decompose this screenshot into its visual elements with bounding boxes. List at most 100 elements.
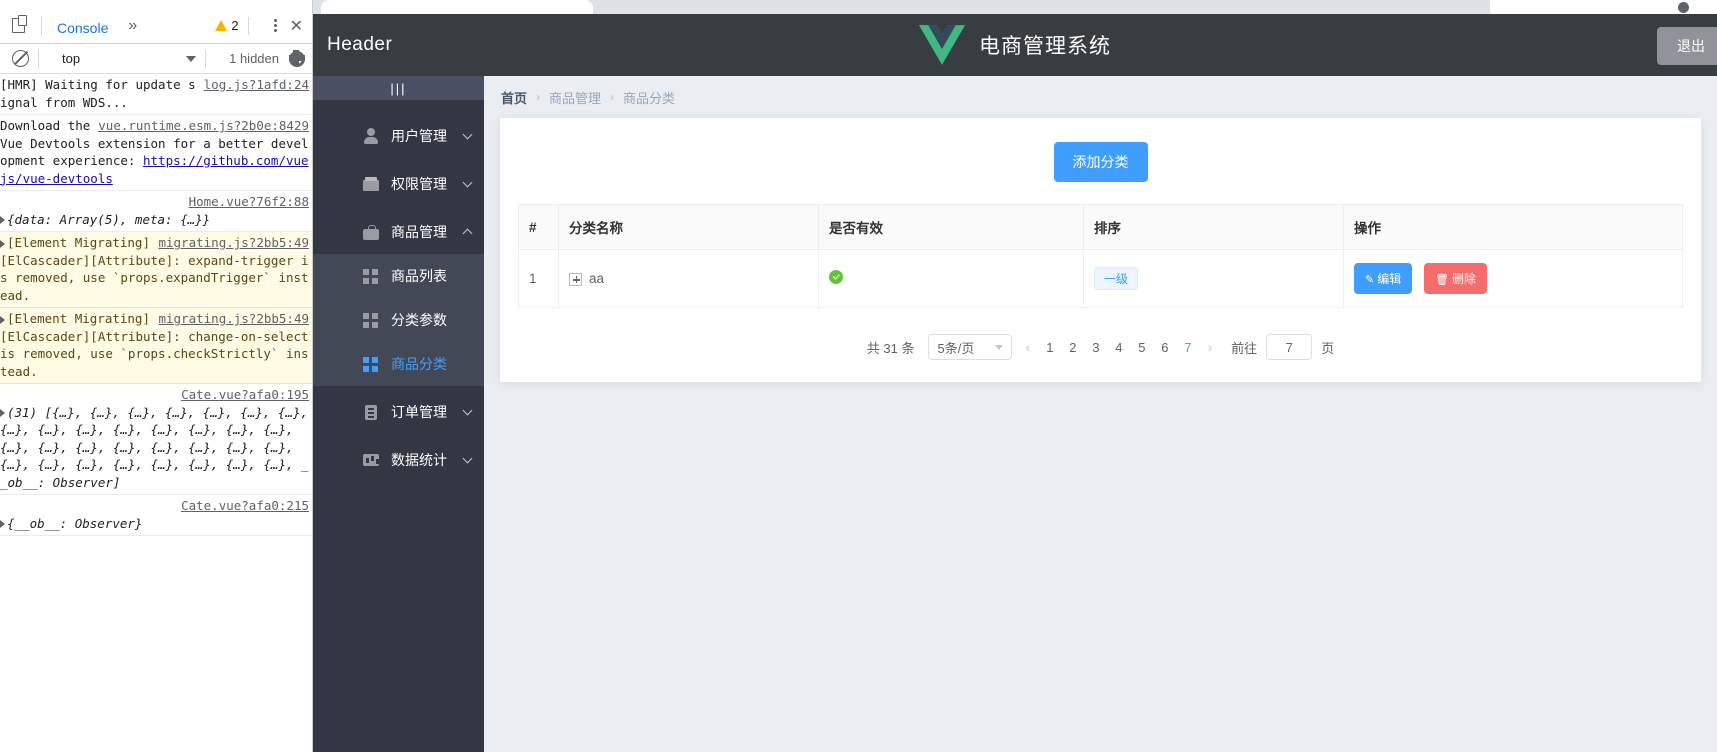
devtools-panel: Console » 2 ✕ top 1 hidden log.js?1afd:2…	[0, 0, 313, 752]
log-source-row: Cate.vue?afa0:215	[0, 497, 309, 515]
more-options-icon[interactable]	[268, 19, 284, 32]
chevron-right-icon: ›	[610, 90, 615, 104]
box-icon	[363, 176, 379, 192]
trash-icon: 🗑	[1435, 274, 1449, 286]
expand-triangle-icon[interactable]	[0, 239, 5, 248]
chevron-down-icon	[462, 453, 473, 464]
warning-count-badge[interactable]: 2	[215, 18, 239, 33]
pagination-page-6[interactable]: 6	[1158, 340, 1172, 355]
table-row[interactable]: 1 aa 一级 ✎ 编辑 🗑 删除	[518, 249, 1683, 308]
console-log-entry[interactable]: Home.vue?76f2:88 {data: Array(5), meta: …	[0, 191, 312, 232]
sidebar-item-label: 分类参数	[391, 312, 447, 328]
expand-plus-icon[interactable]	[569, 272, 582, 286]
more-tabs-icon[interactable]: »	[128, 17, 137, 35]
app-body: ||| 用户管理 权限管理 商品管理 商品列表 分类参数 商品分类 订单管理 数…	[313, 76, 1717, 752]
sidebar-item-product-list[interactable]: 商品列表	[313, 254, 484, 298]
clipboard-icon	[363, 404, 379, 420]
breadcrumb-item-home[interactable]: 首页	[501, 88, 527, 107]
category-table: # 分类名称 是否有效 排序 操作 1 aa 一级 ✎ 编辑 🗑 删除	[518, 204, 1683, 308]
profile-avatar-icon[interactable]	[1678, 2, 1689, 13]
bag-icon	[363, 224, 379, 240]
column-header-name: 分类名称	[558, 204, 819, 250]
pagination-prev-button[interactable]: ‹	[1021, 340, 1033, 355]
console-log-entry[interactable]: vue.runtime.esm.js?2b0e:8429 Download th…	[0, 115, 312, 191]
console-log-entry[interactable]: Cate.vue?afa0:215 {__ob__: Observer}	[0, 495, 312, 536]
log-source-link[interactable]: Home.vue?76f2:88	[189, 194, 309, 209]
pagination-total-label: 共 31 条	[866, 340, 915, 356]
edit-button[interactable]: ✎ 编辑	[1354, 263, 1413, 294]
dock-panel-icon[interactable]	[10, 14, 32, 37]
logout-button[interactable]: 退出	[1657, 27, 1717, 65]
cell-index: 1	[518, 249, 559, 308]
clear-console-icon[interactable]	[12, 50, 29, 67]
sidebar-item-label: 订单管理	[391, 404, 447, 420]
sidebar-item-category-params[interactable]: 分类参数	[313, 298, 484, 342]
table-header-row: # 分类名称 是否有效 排序 操作	[518, 204, 1683, 250]
admin-app: Header 电商管理系统 退出 ||| 用户管理 权限管理 商品管理 商品列表…	[313, 14, 1717, 752]
sidebar-item-order-management[interactable]: 订单管理	[313, 390, 484, 434]
context-selector[interactable]: top	[62, 51, 80, 66]
pagination-page-4[interactable]: 4	[1112, 340, 1126, 355]
main-content: 首页 › 商品管理 › 商品分类 添加分类 # 分类名称 是否有效 排序 操作 …	[484, 76, 1717, 752]
app-header: Header 电商管理系统 退出	[313, 14, 1717, 76]
sidebar-item-permission-management[interactable]: 权限管理	[313, 162, 484, 206]
sidebar-item-product-category[interactable]: 商品分类	[313, 342, 484, 386]
chart-icon	[363, 452, 379, 468]
close-icon[interactable]: ✕	[290, 16, 303, 36]
browser-tab[interactable]	[321, 0, 593, 14]
chevron-down-icon	[462, 129, 473, 140]
console-warning-entry[interactable]: migrating.js?2bb5:49 [Element Migrating]…	[0, 308, 312, 384]
page-title: 电商管理系统	[979, 35, 1111, 58]
pagination-page-3[interactable]: 3	[1089, 340, 1103, 355]
sidebar-item-user-management[interactable]: 用户管理	[313, 114, 484, 158]
pagination-page-1[interactable]: 1	[1043, 340, 1057, 355]
log-source-link[interactable]: migrating.js?2bb5:49	[158, 234, 309, 252]
expand-triangle-icon[interactable]	[0, 520, 5, 528]
log-source-link[interactable]: Cate.vue?afa0:215	[181, 498, 309, 513]
log-source-link[interactable]: vue.runtime.esm.js?2b0e:8429	[98, 117, 309, 135]
cell-sort: 一级	[1083, 249, 1344, 308]
breadcrumb-item-product-category[interactable]: 商品分类	[623, 88, 675, 107]
pagination-next-button[interactable]: ›	[1204, 340, 1216, 355]
expand-triangle-icon[interactable]	[0, 315, 5, 324]
log-source-link[interactable]: migrating.js?2bb5:49	[158, 310, 309, 328]
gear-icon[interactable]	[288, 50, 305, 67]
sidebar-item-data-statistics[interactable]: 数据统计	[313, 438, 484, 482]
cell-name: aa	[558, 249, 819, 308]
log-source-link[interactable]: log.js?1afd:24	[204, 76, 309, 94]
log-message: {__ob__: Observer}	[7, 515, 143, 531]
add-category-row: 添加分类	[518, 142, 1683, 182]
chevron-down-icon[interactable]	[186, 55, 197, 62]
divider	[205, 49, 207, 68]
warning-count-label: 2	[231, 18, 239, 33]
tab-console[interactable]: Console	[51, 12, 115, 47]
divider	[41, 16, 42, 35]
pagination-page-2[interactable]: 2	[1066, 340, 1080, 355]
grid-icon	[363, 268, 379, 284]
delete-button-label: 删除	[1451, 272, 1476, 286]
console-log-entry[interactable]: log.js?1afd:24 [HMR] Waiting for update …	[0, 74, 312, 115]
sidebar-collapse-toggle[interactable]: |||	[313, 76, 484, 100]
log-source-link[interactable]: Cate.vue?afa0:195	[181, 387, 309, 402]
expand-triangle-icon[interactable]	[0, 409, 5, 417]
breadcrumb-item-product-management[interactable]: 商品管理	[549, 88, 601, 107]
cell-actions: ✎ 编辑 🗑 删除	[1343, 249, 1683, 308]
console-warning-entry[interactable]: migrating.js?2bb5:49 [Element Migrating]…	[0, 232, 312, 308]
sidebar-item-product-management[interactable]: 商品管理	[313, 210, 484, 254]
devtools-filter-bar: top 1 hidden	[0, 44, 312, 74]
pagination-page-7[interactable]: 7	[1181, 340, 1195, 355]
pagination-page-5[interactable]: 5	[1135, 340, 1149, 355]
log-message: (31) [{…}, {…}, {…}, {…}, {…}, {…}, {…},…	[0, 404, 309, 490]
delete-button[interactable]: 🗑 删除	[1424, 263, 1487, 294]
add-category-button[interactable]: 添加分类	[1053, 142, 1148, 182]
console-log-entry[interactable]: Cate.vue?afa0:195 (31) [{…}, {…}, {…}, {…	[0, 384, 312, 495]
pagination-jump-input[interactable]	[1266, 334, 1313, 360]
table-head: # 分类名称 是否有效 排序 操作	[518, 204, 1683, 250]
pencil-icon: ✎	[1365, 274, 1375, 286]
console-log-list[interactable]: log.js?1afd:24 [HMR] Waiting for update …	[0, 74, 312, 752]
expand-triangle-icon[interactable]	[0, 216, 5, 224]
browser-toolbar-right	[1490, 0, 1717, 14]
page-size-select[interactable]: 5条/页	[928, 334, 1013, 360]
grid-icon	[363, 312, 379, 328]
divider	[38, 49, 39, 68]
